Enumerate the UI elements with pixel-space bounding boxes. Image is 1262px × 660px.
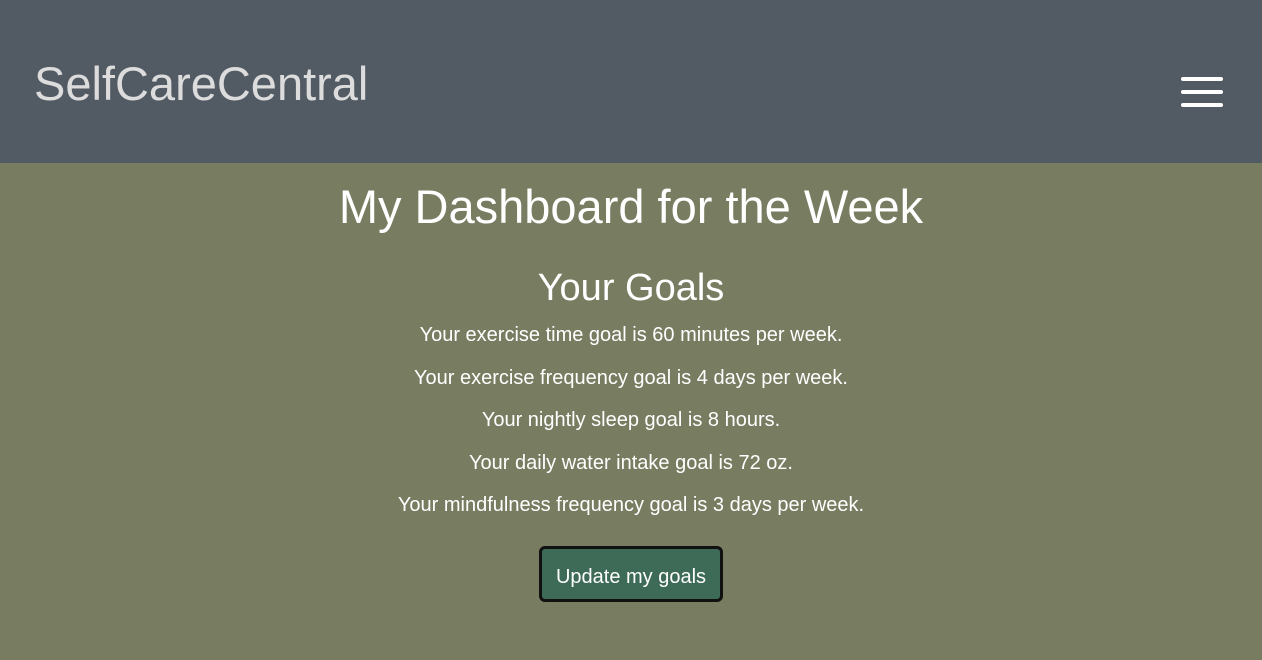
goal-sleep: Your nightly sleep goal is 8 hours.	[481, 409, 781, 431]
goal-exercise-frequency: Your exercise frequency goal is 4 days p…	[414, 366, 848, 389]
hamburger-bar	[1181, 103, 1223, 107]
hamburger-menu-icon[interactable]	[1181, 77, 1223, 109]
hamburger-bar	[1181, 90, 1223, 94]
goal-water-intake: Your daily water intake goal is 72 oz.	[469, 451, 793, 474]
page-title: My Dashboard for the Week	[338, 180, 924, 233]
goal-list: Your exercise time goal is 60 minutes pe…	[0, 323, 1262, 517]
hamburger-bar	[1181, 77, 1223, 81]
goals-heading: Your Goals	[537, 267, 725, 309]
goal-exercise-time: Your exercise time goal is 60 minutes pe…	[419, 324, 843, 346]
update-goals-button[interactable]: Update my goals	[538, 545, 724, 602]
navbar: SelfCareCentral	[0, 0, 1262, 163]
brand-logo-text[interactable]: SelfCareCentral	[34, 60, 368, 107]
dashboard-main: My Dashboard for the Week Your Goals You…	[0, 163, 1262, 602]
goal-mindfulness-frequency: Your mindfulness frequency goal is 3 day…	[397, 494, 865, 516]
